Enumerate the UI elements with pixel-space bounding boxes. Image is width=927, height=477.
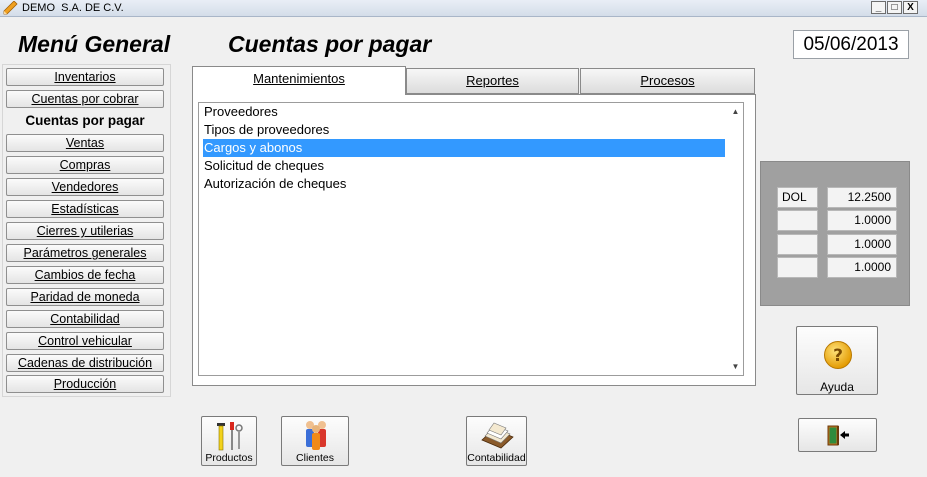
currency-code: DOL	[777, 187, 818, 208]
sidebar-item-paridad[interactable]: Paridad de moneda	[6, 288, 164, 306]
people-icon	[306, 421, 326, 450]
title-bar: DEMO S.A. DE C.V. _ □ X	[0, 0, 927, 17]
help-button-label: Ayuda	[820, 380, 854, 394]
clientes-button[interactable]: Clientes	[281, 416, 349, 466]
close-button[interactable]: X	[903, 1, 918, 14]
app-pencil-icon	[3, 1, 18, 15]
question-icon: ?	[824, 341, 852, 369]
sidebar-item-cuentas-por-cobrar[interactable]: Cuentas por cobrar	[6, 90, 164, 108]
list-item-tipos-proveedores[interactable]: Tipos de proveedores	[203, 121, 725, 139]
tab-mantenimientos[interactable]: Mantenimientos	[192, 66, 406, 95]
currency-code	[777, 234, 818, 255]
list-item-solicitud-cheques[interactable]: Solicitud de cheques	[203, 157, 725, 175]
scroll-down-arrow-icon[interactable]: ▼	[729, 360, 742, 373]
sidebar-item-contabilidad[interactable]: Contabilidad	[6, 310, 164, 328]
sidebar-item-estadisticas[interactable]: Estadísticas	[6, 200, 164, 218]
currency-rate: 1.0000	[827, 210, 897, 231]
list-item-proveedores[interactable]: Proveedores	[203, 103, 725, 121]
list-scrollbar[interactable]	[728, 103, 743, 375]
card-file-icon	[481, 422, 514, 449]
svg-text:?: ?	[833, 346, 843, 366]
currency-rate: 1.0000	[827, 257, 897, 278]
sidebar-item-cuentas-por-pagar[interactable]: Cuentas por pagar	[6, 113, 164, 131]
sidebar-item-compras[interactable]: Compras	[6, 156, 164, 174]
maximize-button[interactable]: □	[887, 1, 902, 14]
sidebar-item-parametros[interactable]: Parámetros generales	[6, 244, 164, 262]
window-title: DEMO S.A. DE C.V.	[22, 2, 124, 14]
sidebar-item-cadenas[interactable]: Cadenas de distribución	[6, 354, 164, 372]
minimize-button[interactable]: _	[871, 1, 886, 14]
currency-code	[777, 210, 818, 231]
date-display: 05/06/2013	[793, 30, 909, 59]
list-item-cargos-abonos[interactable]: Cargos y abonos	[203, 139, 725, 157]
exit-button[interactable]	[798, 418, 877, 452]
contabilidad-button[interactable]: Contabilidad	[466, 416, 527, 466]
sidebar-item-control-vehicular[interactable]: Control vehicular	[6, 332, 164, 350]
productos-label: Productos	[205, 452, 253, 464]
productos-button[interactable]: Productos	[201, 416, 257, 466]
tab-reportes[interactable]: Reportes	[406, 68, 579, 94]
currency-rate: 12.2500	[827, 187, 897, 208]
menu-title: Menú General	[18, 31, 171, 57]
help-button[interactable]: ? Ayuda	[796, 326, 878, 395]
sidebar-item-cierres[interactable]: Cierres y utilerias	[6, 222, 164, 240]
currency-code	[777, 257, 818, 278]
clientes-label: Clientes	[296, 452, 334, 464]
sidebar-item-inventarios[interactable]: Inventarios	[6, 68, 164, 86]
sidebar-item-ventas[interactable]: Ventas	[6, 134, 164, 152]
sidebar-item-vendedores[interactable]: Vendedores	[6, 178, 164, 196]
scroll-up-arrow-icon[interactable]: ▲	[729, 105, 742, 118]
list-item-autorizacion-cheques[interactable]: Autorización de cheques	[203, 175, 725, 193]
contabilidad-label: Contabilidad	[467, 452, 526, 464]
tools-icon	[217, 422, 243, 451]
sidebar-item-cambios-fecha[interactable]: Cambios de fecha	[6, 266, 164, 284]
section-title: Cuentas por pagar	[228, 31, 432, 57]
currency-rate: 1.0000	[827, 234, 897, 255]
tab-procesos[interactable]: Procesos	[580, 68, 755, 94]
exit-door-icon	[827, 425, 849, 446]
sidebar-item-produccion[interactable]: Producción	[6, 375, 164, 393]
